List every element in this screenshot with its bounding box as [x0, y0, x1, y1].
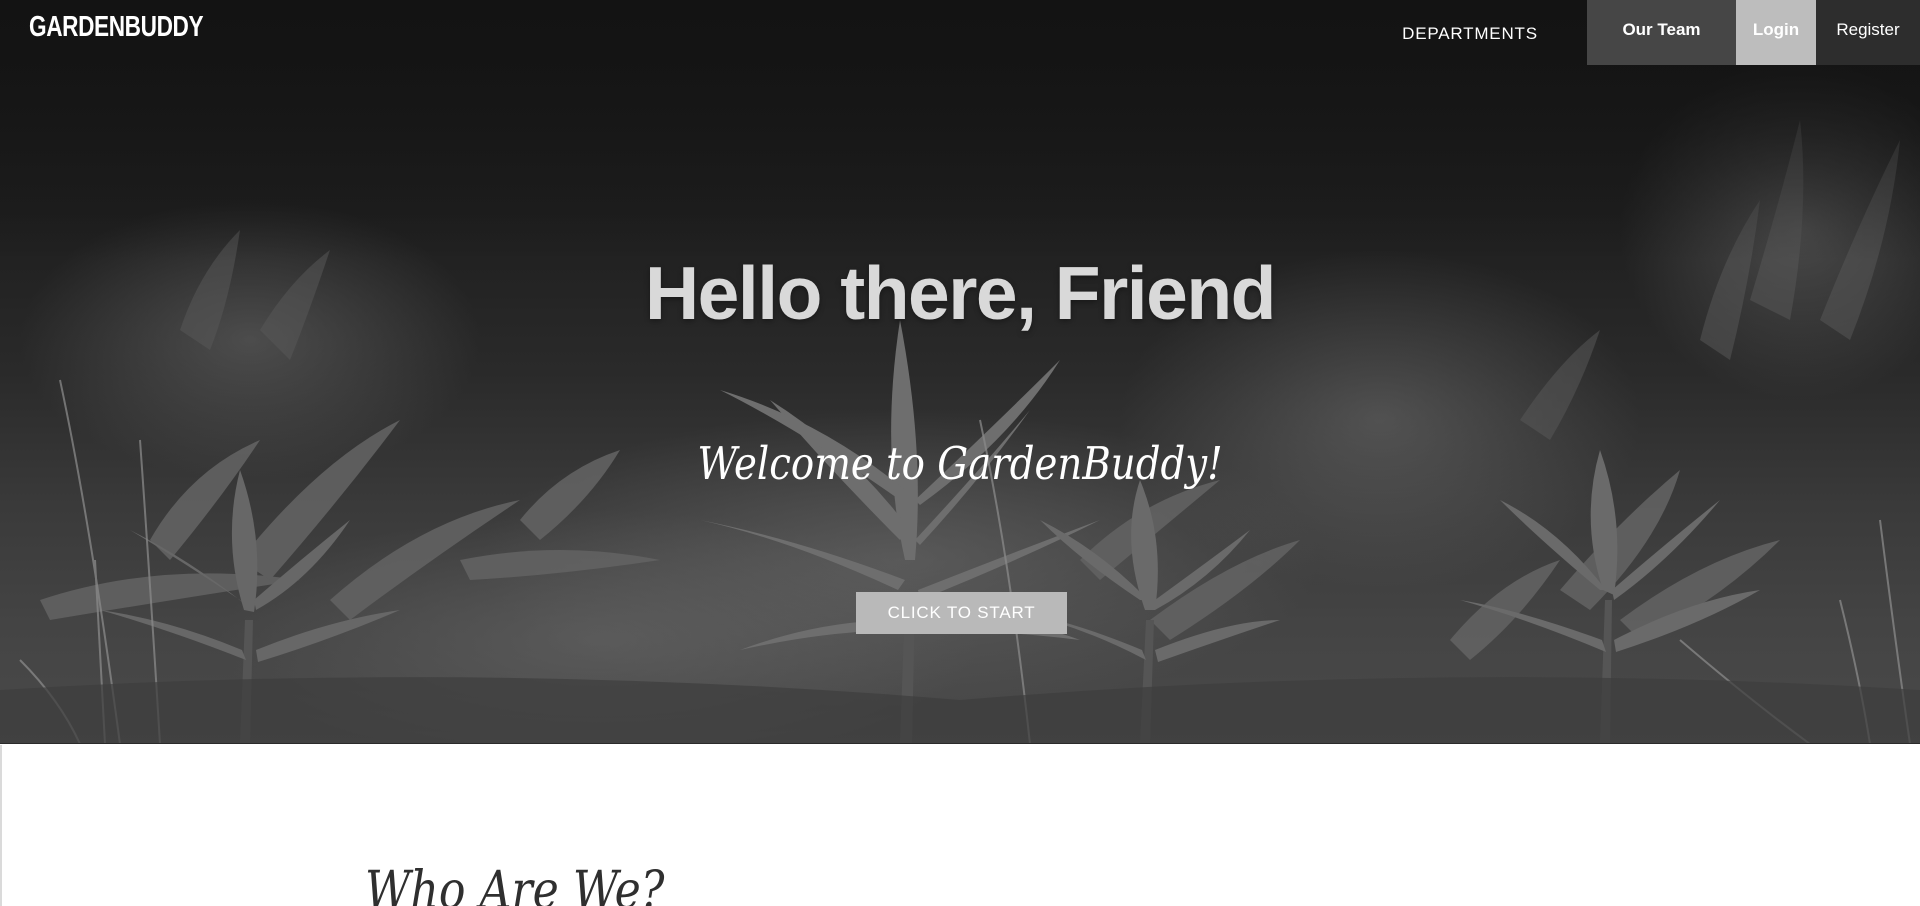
nav-departments-link[interactable]: DEPARTMENTS	[1395, 22, 1545, 46]
hero-title: Hello there, Friend	[645, 251, 1276, 335]
section-left-border	[0, 745, 2, 906]
nav-login-label: Login	[1752, 19, 1800, 39]
about-section	[0, 745, 1920, 906]
click-to-start-label: CLICK TO START	[887, 603, 1036, 622]
hero-subtitle: Welcome to GardenBuddy!	[697, 437, 1223, 490]
nav-login-button[interactable]: Login	[1736, 0, 1816, 65]
page: GARDENBUDDY DEPARTMENTS Our Team Login R…	[0, 0, 1920, 906]
nav-register-label: Register	[1836, 19, 1900, 39]
brand-logo[interactable]: GARDENBUDDY	[29, 10, 204, 44]
click-to-start-button[interactable]: CLICK TO START	[856, 592, 1067, 634]
nav-our-team-button[interactable]: Our Team	[1587, 0, 1736, 65]
about-heading: Who Are We?	[365, 861, 665, 906]
nav-our-team-label: Our Team	[1622, 19, 1701, 39]
hero-divider	[0, 743, 1920, 744]
nav-register-button[interactable]: Register	[1816, 0, 1920, 65]
